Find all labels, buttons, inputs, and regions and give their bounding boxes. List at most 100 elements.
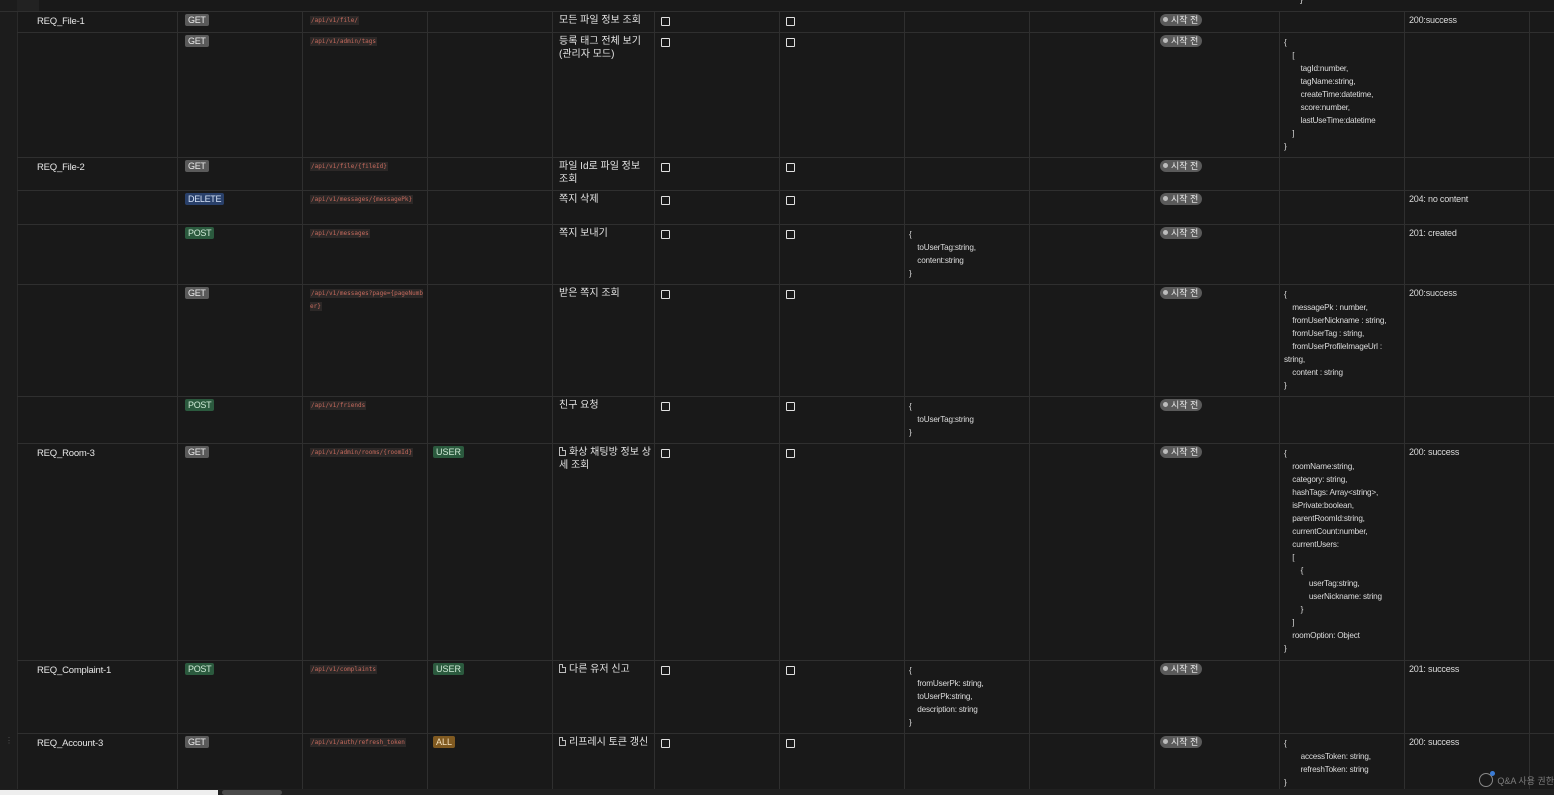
description-cell[interactable]: 쪽지 보내기 <box>553 224 655 284</box>
role-cell[interactable] <box>428 396 553 443</box>
request-body-cell[interactable]: { toUserTag:string, content:string } <box>905 224 1030 284</box>
checkbox[interactable] <box>661 290 670 299</box>
response-body-cell[interactable]: { [ tagId:number, tagName:string, create… <box>1280 32 1405 157</box>
req-id-cell[interactable]: REQ_File-2 <box>17 157 178 190</box>
empty-cell[interactable] <box>1530 443 1554 660</box>
method-cell[interactable]: POST <box>178 660 303 733</box>
response-status-cell[interactable]: 200: success <box>1405 443 1530 660</box>
empty-cell[interactable] <box>1530 284 1554 396</box>
method-cell[interactable]: GET <box>178 284 303 396</box>
checkbox[interactable] <box>661 449 670 458</box>
checkbox[interactable] <box>786 196 795 205</box>
empty-cell[interactable] <box>1030 660 1155 733</box>
role-cell[interactable]: USER <box>428 660 553 733</box>
description-cell[interactable]: 받은 쪽지 조회 <box>553 284 655 396</box>
req-id-cell[interactable] <box>17 224 178 284</box>
url-cell[interactable]: /api/v1/complaints <box>303 660 428 733</box>
empty-cell[interactable] <box>1030 396 1155 443</box>
empty-cell[interactable] <box>1530 11 1554 32</box>
url-cell[interactable]: /api/v1/messages <box>303 224 428 284</box>
req-id-cell[interactable] <box>17 284 178 396</box>
status-cell[interactable]: 시작 전 <box>1155 157 1280 190</box>
url-cell[interactable]: /api/v1/file/ <box>303 11 428 32</box>
url-cell[interactable]: /api/v1/auth/refresh_token <box>303 733 428 789</box>
empty-cell[interactable] <box>1530 32 1554 157</box>
method-cell[interactable]: POST <box>178 396 303 443</box>
req-id-cell[interactable]: REQ_Complaint-1 <box>17 660 178 733</box>
response-body-cell[interactable] <box>1280 660 1405 733</box>
req-id-cell[interactable] <box>17 32 178 157</box>
checkbox[interactable] <box>661 17 670 26</box>
request-body-cell[interactable]: { toUserTag:string } <box>905 396 1030 443</box>
qa-button[interactable]: Q&A 사용 권한 <box>1479 771 1554 789</box>
checkbox[interactable] <box>786 38 795 47</box>
empty-cell[interactable] <box>1030 32 1155 157</box>
url-cell[interactable]: /api/v1/admin/tags <box>303 32 428 157</box>
table-row[interactable]: REQ_Complaint-1 POST /api/v1/complaints … <box>17 660 1554 734</box>
description-cell[interactable]: 쪽지 삭제 <box>553 190 655 224</box>
req-id-cell[interactable]: REQ_File-1 <box>17 11 178 32</box>
method-cell[interactable]: GET <box>178 157 303 190</box>
checkbox[interactable] <box>786 163 795 172</box>
table-row[interactable]: DELETE /api/v1/messages/{messagePk} 쪽지 삭… <box>17 190 1554 225</box>
checkbox[interactable] <box>661 402 670 411</box>
response-status-cell[interactable] <box>1405 32 1530 157</box>
req-id-cell[interactable]: REQ_Account-3 <box>17 733 178 789</box>
scrollbar-thumb[interactable] <box>222 790 282 795</box>
empty-cell[interactable] <box>1030 733 1155 789</box>
response-status-cell[interactable]: 201: success <box>1405 660 1530 733</box>
table-row[interactable]: GET /api/v1/admin/tags 등록 태그 전체 보기 (관리자 … <box>17 32 1554 158</box>
method-cell[interactable]: GET <box>178 733 303 789</box>
checkbox[interactable] <box>786 290 795 299</box>
role-cell[interactable] <box>428 32 553 157</box>
request-body-cell[interactable] <box>905 733 1030 789</box>
empty-cell[interactable] <box>1530 224 1554 284</box>
request-body-cell[interactable] <box>905 190 1030 224</box>
description-cell[interactable]: 모든 파일 정보 조회 <box>553 11 655 32</box>
method-cell[interactable]: POST <box>178 224 303 284</box>
description-cell[interactable]: 파일 Id로 파일 정보 조회 <box>553 157 655 190</box>
response-body-cell[interactable] <box>1280 224 1405 284</box>
description-cell[interactable]: 친구 요청 <box>553 396 655 443</box>
response-status-cell[interactable]: 200:success <box>1405 11 1530 32</box>
status-cell[interactable]: 시작 전 <box>1155 190 1280 224</box>
role-cell[interactable]: ALL <box>428 733 553 789</box>
role-cell[interactable] <box>428 284 553 396</box>
req-id-cell[interactable] <box>17 190 178 224</box>
empty-cell[interactable] <box>1030 443 1155 660</box>
checkbox[interactable] <box>661 230 670 239</box>
table-row[interactable]: REQ_Room-3 GET /api/v1/admin/rooms/{room… <box>17 443 1554 661</box>
status-cell[interactable]: 시작 전 <box>1155 224 1280 284</box>
response-status-cell[interactable]: 204: no content <box>1405 190 1530 224</box>
checkbox[interactable] <box>661 38 670 47</box>
status-cell[interactable]: 시작 전 <box>1155 284 1280 396</box>
checkbox[interactable] <box>661 163 670 172</box>
checkbox[interactable] <box>786 402 795 411</box>
empty-cell[interactable] <box>1530 660 1554 733</box>
empty-cell[interactable] <box>1030 157 1155 190</box>
empty-cell[interactable] <box>1530 396 1554 443</box>
response-status-cell[interactable]: 201: created <box>1405 224 1530 284</box>
table-row[interactable]: REQ_Account-3 GET /api/v1/auth/refresh_t… <box>17 733 1554 790</box>
status-cell[interactable]: 시작 전 <box>1155 11 1280 32</box>
role-cell[interactable] <box>428 11 553 32</box>
empty-cell[interactable] <box>1030 11 1155 32</box>
request-body-cell[interactable] <box>905 157 1030 190</box>
status-cell[interactable]: 시작 전 <box>1155 660 1280 733</box>
checkbox[interactable] <box>786 666 795 675</box>
role-cell[interactable] <box>428 190 553 224</box>
status-cell[interactable]: 시작 전 <box>1155 733 1280 789</box>
table-row[interactable]: REQ_File-2 GET /api/v1/file/{fileId} 파일 … <box>17 157 1554 191</box>
url-cell[interactable]: /api/v1/file/{fileId} <box>303 157 428 190</box>
empty-cell[interactable] <box>1030 284 1155 396</box>
checkbox[interactable] <box>786 230 795 239</box>
table-row[interactable]: POST /api/v1/messages 쪽지 보내기 { toUserTag… <box>17 224 1554 285</box>
empty-cell[interactable] <box>1530 190 1554 224</box>
response-status-cell[interactable] <box>1405 396 1530 443</box>
method-cell[interactable]: GET <box>178 32 303 157</box>
request-body-cell[interactable] <box>905 11 1030 32</box>
request-body-cell[interactable] <box>905 443 1030 660</box>
role-cell[interactable] <box>428 224 553 284</box>
request-body-cell[interactable] <box>905 284 1030 396</box>
empty-cell[interactable] <box>1030 190 1155 224</box>
